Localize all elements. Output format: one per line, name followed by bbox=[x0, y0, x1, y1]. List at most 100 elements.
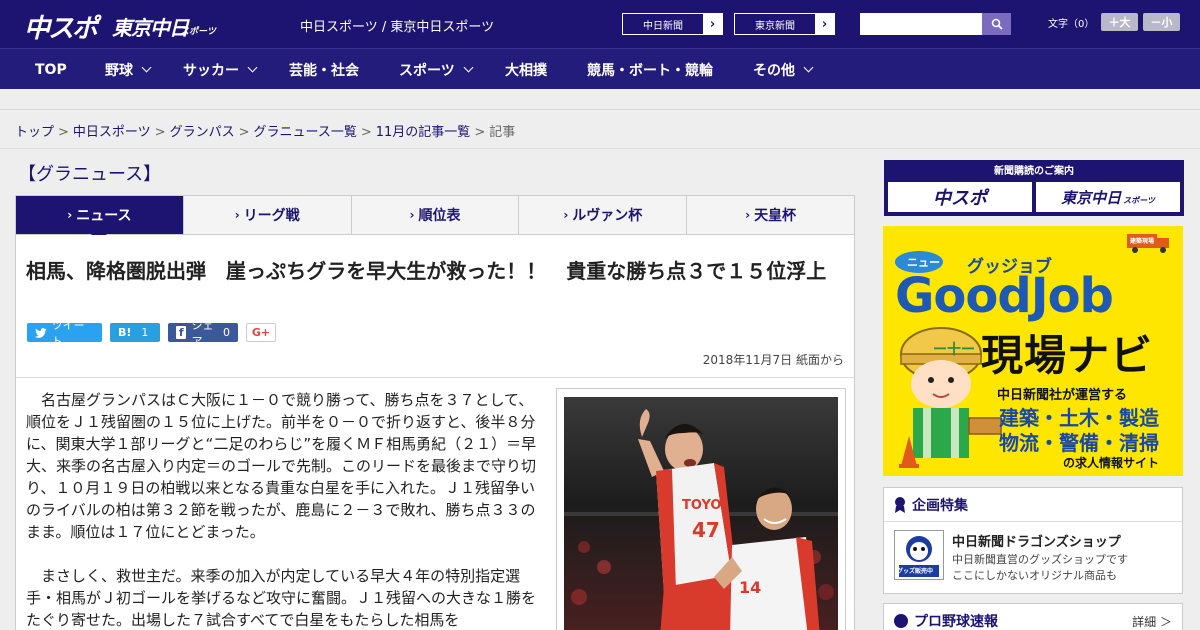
subscription-banner[interactable]: 新聞購読のご案内 中スポ 東京中日 スポーツ bbox=[884, 160, 1184, 216]
feature-widget-header: 企画特集 bbox=[884, 488, 1182, 522]
nav-item-label: 大相撲 bbox=[505, 62, 547, 79]
baseball-widget-title: プロ野球速報 bbox=[914, 614, 998, 630]
breadcrumb-separator: > bbox=[58, 125, 69, 140]
article-headline: 相馬、降格圏脱出弾 崖っぷちグラを早大生が救った！！ 貴重な勝ち点３で１５位浮上 bbox=[26, 259, 827, 283]
tokyo-chunichi-subscribe-sub: スポーツ bbox=[1123, 196, 1155, 205]
font-size-label: 文字（0） bbox=[1048, 19, 1095, 30]
goodjob-ad-banner[interactable]: ー十ー ニュー 建築現場 グッジョブ GoodJob 現場ナビ 中日新聞社が運営… bbox=[883, 226, 1183, 476]
nav-item-racing[interactable]: 競馬・ボート・競輪 bbox=[587, 49, 713, 90]
feature-widget-title: 企画特集 bbox=[912, 497, 968, 514]
breadcrumb-link-chunichi-sports[interactable]: 中日スポーツ bbox=[73, 125, 151, 140]
tweet-button[interactable]: ツイート bbox=[27, 319, 102, 348]
header-spacer bbox=[0, 89, 1200, 110]
breadcrumb-current: 記事 bbox=[489, 125, 516, 140]
facebook-label: シェア bbox=[191, 318, 214, 348]
tab-label: 順位表 bbox=[418, 208, 461, 224]
feature-item-title[interactable]: 中日新聞ドラゴンズショップ bbox=[952, 531, 1121, 550]
chevron-right-icon: › bbox=[67, 208, 73, 222]
breadcrumb-separator: > bbox=[360, 125, 372, 140]
top-header: 中スポ 東京中日 スポーツ 中日スポーツ / 東京中日スポーツ 中日新聞 › 東… bbox=[0, 0, 1200, 48]
breadcrumb-separator: > bbox=[474, 125, 486, 140]
share-buttons: ツイート B! 1 f シェア 0 G+ bbox=[27, 319, 276, 348]
search-input[interactable] bbox=[860, 13, 982, 35]
nav-item-label: 競馬・ボート・競輪 bbox=[587, 62, 713, 79]
search-button[interactable] bbox=[982, 13, 1011, 35]
svg-text:47: 47 bbox=[692, 518, 720, 542]
nav-item-baseball[interactable]: 野球 bbox=[105, 49, 152, 90]
ad-sub-1: 中日新聞社が運営する bbox=[997, 388, 1128, 403]
section-title: 【グラニュース】 bbox=[18, 164, 162, 185]
nav-item-label: TOP bbox=[35, 61, 67, 78]
facebook-share-button[interactable]: f シェア 0 bbox=[168, 319, 238, 348]
chevron-down-icon bbox=[803, 62, 814, 73]
tab-news[interactable]: › ニュース bbox=[16, 196, 184, 242]
feature-item[interactable]: グッズ販売中 中日新聞ドラゴンズショップ 中日新聞直営のグッズショップです ここ… bbox=[884, 522, 1182, 594]
breadcrumb-link-month-list[interactable]: 11月の記事一覧 bbox=[376, 125, 471, 140]
hatena-icon: B! bbox=[118, 326, 132, 339]
hatena-count: 1 bbox=[141, 326, 149, 339]
baseball-details-link[interactable]: 詳細 ＞ bbox=[1132, 613, 1172, 630]
tab-emperors-cup[interactable]: › 天皇杯 bbox=[687, 196, 854, 234]
tweet-label: ツイート bbox=[51, 318, 85, 348]
baseball-live-widget: プロ野球速報 詳細 ＞ bbox=[883, 603, 1183, 630]
divider bbox=[16, 377, 854, 378]
svg-text:ー十ー: ー十ー bbox=[933, 341, 975, 358]
main-nav: TOP 野球 サッカー 芸能・社会 スポーツ 大相撲 競馬・ボート・競輪 その他 bbox=[0, 48, 1200, 89]
baseball-icon bbox=[894, 614, 908, 628]
tokyo-shimbun-link[interactable]: 東京新聞 › bbox=[734, 13, 835, 35]
tokyo-chunichi-subscribe-label: 東京中日 bbox=[1061, 188, 1122, 207]
hatena-bookmark-button[interactable]: B! 1 bbox=[110, 323, 160, 342]
chevron-down-icon bbox=[463, 62, 474, 73]
breadcrumb-separator: > bbox=[154, 125, 166, 140]
font-larger-button[interactable]: ＋大 bbox=[1101, 13, 1138, 31]
nav-item-label: サッカー bbox=[183, 62, 239, 79]
dragons-shop-thumbnail: グッズ販売中 bbox=[894, 530, 944, 580]
nav-item-label: その他 bbox=[753, 62, 795, 79]
chevron-right-icon: › bbox=[703, 14, 722, 34]
chunichi-shimbun-label: 中日新聞 bbox=[623, 14, 703, 34]
ad-sub-3: 物流・警備・清掃 bbox=[999, 431, 1159, 455]
nav-item-entertainment[interactable]: 芸能・社会 bbox=[289, 49, 359, 90]
divider bbox=[0, 148, 1200, 149]
svg-text:TOYO: TOYO bbox=[682, 498, 721, 513]
tab-levain-cup[interactable]: › ルヴァン杯 bbox=[519, 196, 688, 234]
feature-item-desc: 中日新聞直営のグッズショップです ここにしかないオリジナル商品も bbox=[952, 552, 1128, 584]
article: 相馬、降格圏脱出弾 崖っぷちグラを早大生が救った！！ 貴重な勝ち点３で１５位浮上… bbox=[15, 235, 855, 630]
breadcrumb-link-news-list[interactable]: グラニュース一覧 bbox=[254, 125, 357, 140]
tab-label: ルヴァン杯 bbox=[572, 208, 643, 224]
publish-date: 2018年11月7日 紙面から bbox=[702, 353, 844, 367]
google-plus-button[interactable]: G+ bbox=[246, 323, 276, 342]
chevron-down-icon bbox=[141, 62, 152, 73]
chunichi-sports-subscribe-logo[interactable]: 中スポ bbox=[888, 182, 1032, 212]
article-photo[interactable]: TOYO 47 14 bbox=[564, 397, 838, 630]
nav-item-top[interactable]: TOP bbox=[35, 49, 67, 90]
twitter-icon bbox=[35, 327, 47, 338]
soccer-celebration-photo: TOYO 47 14 bbox=[564, 397, 838, 630]
font-smaller-button[interactable]: －小 bbox=[1143, 13, 1180, 31]
tokyo-chunichi-logo[interactable]: 東京中日 bbox=[112, 12, 189, 41]
breadcrumb-link-grampus[interactable]: グランパス bbox=[170, 125, 235, 140]
tokyo-chunichi-subscribe-logo[interactable]: 東京中日 スポーツ bbox=[1036, 182, 1180, 212]
section-tabs: › ニュース › リーグ戦 › 順位表 › ルヴァン杯 › 天皇杯 bbox=[15, 195, 855, 242]
site-links[interactable]: 中日スポーツ / 東京中日スポーツ bbox=[300, 16, 494, 35]
feature-item-desc-line: 中日新聞直営のグッズショップです bbox=[952, 553, 1128, 566]
chunichi-shimbun-link[interactable]: 中日新聞 › bbox=[622, 13, 723, 35]
breadcrumb-separator: > bbox=[238, 125, 250, 140]
nav-item-sumo[interactable]: 大相撲 bbox=[505, 49, 547, 90]
facebook-icon: f bbox=[176, 326, 187, 339]
article-body: 名古屋グランパスはＣ大阪に１－０で競り勝って、勝ち点を３７として、順位をＪ１残留… bbox=[26, 389, 539, 630]
tab-label: ニュース bbox=[76, 208, 132, 224]
nav-item-other[interactable]: その他 bbox=[753, 49, 814, 90]
chunichi-sports-logo[interactable]: 中スポ bbox=[24, 8, 98, 45]
feature-widget: 企画特集 グッズ販売中 中日新聞ドラゴンズショップ 中日新聞直営のグッズショップ… bbox=[883, 487, 1183, 594]
tab-league[interactable]: › リーグ戦 bbox=[184, 196, 352, 234]
ad-sub-4: の求人情報サイト bbox=[1063, 456, 1160, 470]
nav-item-sports[interactable]: スポーツ bbox=[399, 49, 474, 90]
svg-text:14: 14 bbox=[739, 578, 761, 597]
nav-item-soccer[interactable]: サッカー bbox=[183, 49, 258, 90]
tab-standings[interactable]: › 順位表 bbox=[352, 196, 520, 234]
article-photo-frame: TOYO 47 14 bbox=[556, 388, 846, 630]
chevron-right-icon: › bbox=[815, 14, 834, 34]
breadcrumb-link-top[interactable]: トップ bbox=[15, 125, 54, 140]
tokyo-shimbun-label: 東京新聞 bbox=[735, 14, 815, 34]
